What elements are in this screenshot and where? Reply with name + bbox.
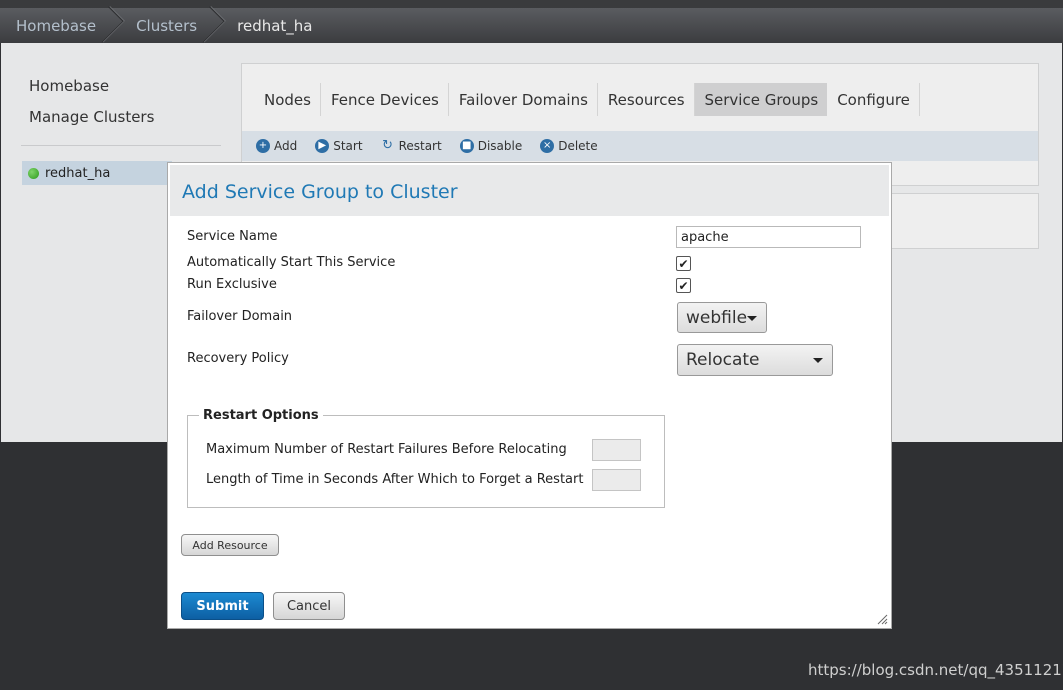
breadcrumb-clusters[interactable]: Clusters — [114, 8, 215, 43]
failover-domain-value: webfile — [686, 307, 748, 328]
breadcrumb: Homebase Clusters redhat_ha — [0, 8, 331, 43]
delete-button[interactable]: × Delete — [540, 139, 598, 153]
recovery-policy-value: Relocate — [686, 350, 760, 370]
tab-failover-domains[interactable]: Failover Domains — [449, 83, 598, 116]
failover-domain-label: Failover Domain — [187, 309, 293, 324]
failover-domain-select[interactable]: webfile — [677, 302, 767, 333]
start-label: Start — [333, 139, 363, 153]
breadcrumb-homebase[interactable]: Homebase — [0, 8, 114, 43]
delete-label: Delete — [558, 139, 598, 153]
restart-label: Restart — [398, 139, 442, 153]
resize-handle-icon[interactable] — [877, 614, 888, 625]
close-icon: × — [540, 139, 555, 153]
tab-nodes[interactable]: Nodes — [254, 83, 321, 116]
dialog-title: Add Service Group to Cluster — [182, 181, 458, 203]
cancel-button[interactable]: Cancel — [273, 592, 345, 620]
service-name-label: Service Name — [187, 229, 278, 244]
stop-icon: ■ — [459, 139, 474, 153]
breadcrumb-current: redhat_ha — [237, 16, 313, 35]
recovery-policy-label: Recovery Policy — [187, 351, 289, 366]
plus-icon: + — [256, 139, 270, 153]
sidebar-divider — [21, 145, 221, 146]
sidebar-cluster-item[interactable]: redhat_ha — [22, 161, 172, 185]
play-icon: ▶ — [315, 139, 330, 153]
tab-bar: Nodes Fence Devices Failover Domains Res… — [254, 83, 920, 116]
tab-fence-devices[interactable]: Fence Devices — [321, 83, 449, 116]
chevron-down-icon — [747, 316, 757, 321]
dialog-header: Add Service Group to Cluster — [170, 165, 889, 216]
refresh-icon: ↻ — [382, 138, 394, 153]
forget-time-input[interactable] — [592, 469, 641, 491]
action-toolbar: + Add ▶ Start ↻ Restart ■ Disable × Delete — [242, 131, 1038, 161]
add-label: Add — [274, 139, 298, 153]
auto-start-label: Automatically Start This Service — [187, 255, 396, 270]
restart-options-group: Restart Options Maximum Number of Restar… — [187, 408, 665, 508]
status-online-icon — [28, 167, 39, 179]
recovery-policy-select[interactable]: Relocate — [677, 344, 833, 376]
disable-button[interactable]: ■ Disable — [459, 139, 523, 153]
tab-resources[interactable]: Resources — [598, 83, 695, 116]
max-failures-label: Maximum Number of Restart Failures Befor… — [206, 442, 567, 457]
add-button[interactable]: + Add — [256, 139, 297, 153]
restart-button[interactable]: ↻ Restart — [381, 138, 442, 154]
chevron-down-icon — [813, 358, 823, 363]
sidebar-nav: Homebase Manage Clusters — [29, 77, 154, 139]
cluster-name: redhat_ha — [45, 165, 111, 181]
max-failures-input[interactable] — [592, 439, 641, 461]
watermark: https://blog.csdn.net/qq_43511217 — [808, 661, 1063, 679]
run-exclusive-checkbox[interactable]: ✔ — [676, 278, 691, 293]
submit-button[interactable]: Submit — [181, 592, 264, 620]
tab-service-groups[interactable]: Service Groups — [694, 83, 828, 116]
add-service-group-dialog: Add Service Group to Cluster Service Nam… — [167, 162, 892, 629]
disable-label: Disable — [477, 139, 523, 153]
auto-start-checkbox[interactable]: ✔ — [676, 256, 691, 271]
sidebar-item-manage-clusters[interactable]: Manage Clusters — [29, 108, 154, 139]
forget-time-label: Length of Time in Seconds After Which to… — [206, 472, 584, 487]
tab-configure[interactable]: Configure — [827, 83, 920, 116]
restart-options-legend: Restart Options — [199, 408, 323, 423]
service-name-input[interactable] — [676, 226, 861, 248]
run-exclusive-label: Run Exclusive — [187, 277, 277, 292]
start-button[interactable]: ▶ Start — [315, 139, 363, 153]
add-resource-button[interactable]: Add Resource — [181, 534, 279, 556]
checkmark-icon: ✔ — [678, 278, 689, 293]
sidebar-item-homebase[interactable]: Homebase — [29, 77, 154, 108]
checkmark-icon: ✔ — [678, 256, 689, 271]
top-bar: Homebase Clusters redhat_ha — [0, 0, 1063, 43]
